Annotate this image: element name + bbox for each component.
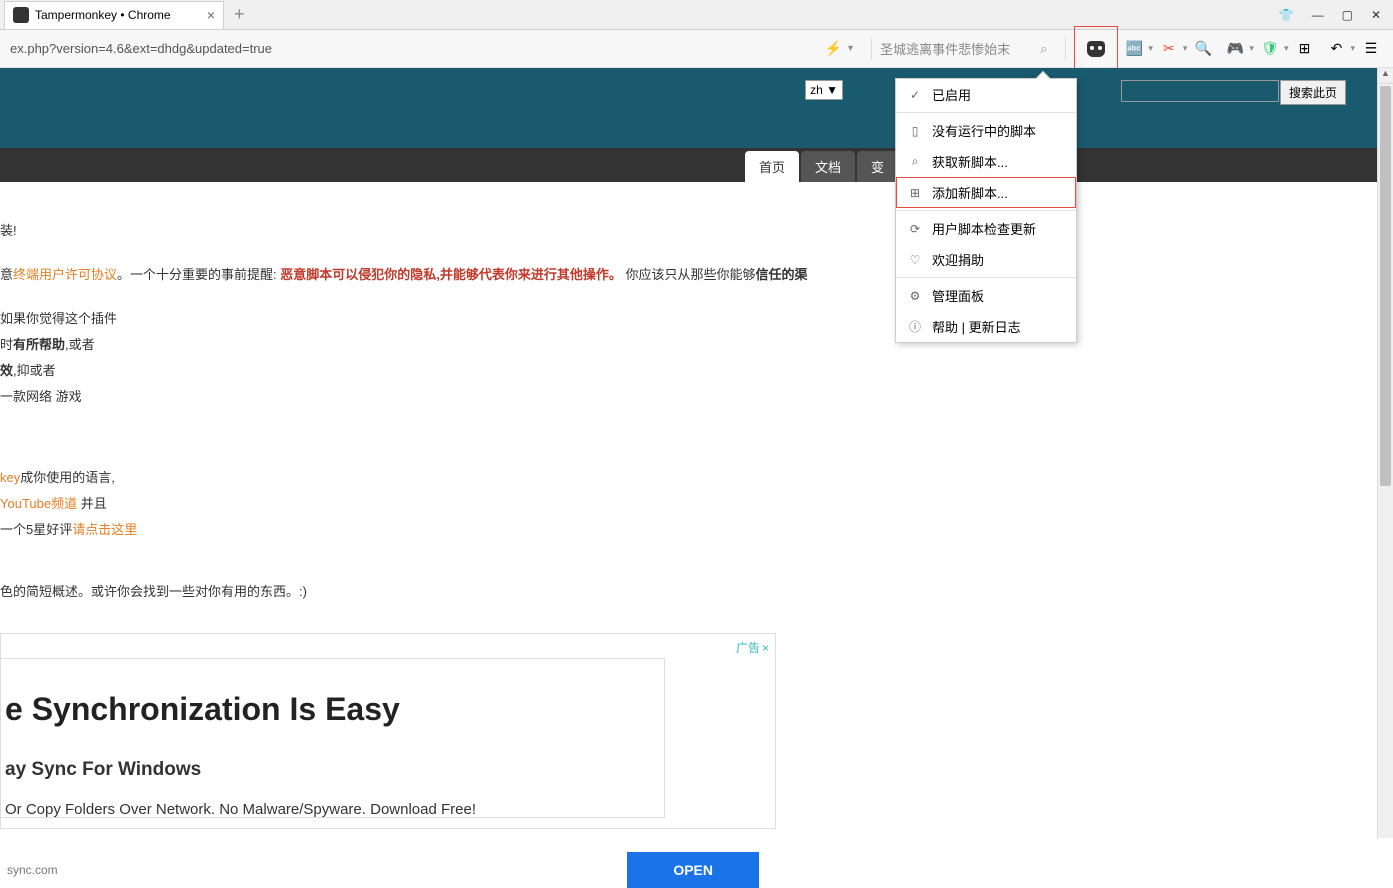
- heart-icon: ♡: [906, 253, 924, 267]
- minimize-button[interactable]: —: [1312, 8, 1324, 22]
- vertical-scrollbar[interactable]: ▲: [1377, 68, 1393, 838]
- grid-icon[interactable]: ⊞: [1292, 37, 1316, 61]
- tab-close-icon[interactable]: ×: [207, 7, 215, 23]
- text-line: 一个5星好评请点击这里: [0, 519, 1393, 541]
- page-content: 装! 意终端用户许可协议。一个十分重要的事前提醒: 恶意脚本可以侵犯你的隐私,并…: [0, 182, 1393, 829]
- menu-icon[interactable]: ☰: [1359, 37, 1383, 61]
- translate-icon[interactable]: 🔤: [1122, 37, 1146, 61]
- ad-open-button[interactable]: OPEN: [627, 852, 759, 888]
- text-line: 效,抑或者: [0, 360, 1393, 382]
- language-select[interactable]: zh ▼: [805, 80, 843, 100]
- popup-check-update[interactable]: ⟳用户脚本检查更新: [896, 213, 1076, 244]
- popup-dashboard[interactable]: ⚙管理面板: [896, 280, 1076, 311]
- search-icon: ⌕: [906, 154, 924, 169]
- tab-docs[interactable]: 文档: [801, 151, 855, 182]
- ad-subtitle: ay Sync For Windows: [1, 754, 775, 786]
- ad-close-icon[interactable]: ×: [762, 641, 769, 655]
- popup-add-script[interactable]: ⊞添加新脚本...: [896, 177, 1076, 208]
- page-search-input[interactable]: [1121, 80, 1279, 102]
- undo-icon[interactable]: ↶: [1324, 37, 1348, 61]
- doc-icon: ▯: [906, 124, 924, 138]
- refresh-icon: ⟳: [906, 222, 924, 236]
- browser-tab[interactable]: Tampermonkey • Chrome ×: [4, 1, 224, 29]
- text-line: 意终端用户许可协议。一个十分重要的事前提醒: 恶意脚本可以侵犯你的隐私,并能够代…: [0, 264, 1393, 286]
- text-line: YouTube频道 并且: [0, 493, 1393, 515]
- tab-home[interactable]: 首页: [745, 151, 799, 182]
- scroll-thumb[interactable]: [1380, 86, 1391, 486]
- popup-donate[interactable]: ♡欢迎捐助: [896, 244, 1076, 275]
- close-window-button[interactable]: ✕: [1371, 8, 1381, 22]
- text-line: 装!: [0, 220, 1393, 242]
- text-line: 一款网络 游戏: [0, 386, 1393, 408]
- rate-link[interactable]: 请点击这里: [72, 522, 137, 537]
- titlebar: Tampermonkey • Chrome × + 👕 — ▢ ✕: [0, 0, 1393, 30]
- page-banner: zh ▼ 搜索此页: [0, 68, 1393, 148]
- ad-container: 广告× e Synchronization Is Easy ay Sync Fo…: [0, 633, 776, 829]
- youtube-link[interactable]: YouTube频道: [0, 496, 77, 511]
- gear-icon: ⚙: [906, 289, 924, 303]
- text-line: key成你使用的语言,: [0, 467, 1393, 489]
- search-icon[interactable]: ⌕: [1040, 41, 1047, 57]
- popup-get-scripts[interactable]: ⌕获取新脚本...: [896, 146, 1076, 177]
- tab-changelog[interactable]: 变: [857, 151, 898, 182]
- extension-popup: ✓已启用 ▯没有运行中的脚本 ⌕获取新脚本... ⊞添加新脚本... ⟳用户脚本…: [895, 78, 1077, 343]
- page-search-button[interactable]: 搜索此页: [1280, 80, 1346, 105]
- plus-icon: ⊞: [906, 186, 924, 200]
- text-line: 色的简短概述。或许你会找到一些对你有用的东西。:): [0, 581, 1393, 603]
- ad-domain: sync.com: [7, 860, 58, 880]
- window-controls: 👕 — ▢ ✕: [1279, 8, 1393, 22]
- new-tab-button[interactable]: +: [234, 4, 245, 25]
- info-icon: ⓘ: [906, 318, 924, 335]
- ad-title[interactable]: e Synchronization Is Easy: [1, 682, 775, 736]
- gamepad-icon[interactable]: 🎮: [1223, 37, 1247, 61]
- eula-link[interactable]: 终端用户许可协议: [13, 267, 117, 282]
- text-line: 如果你觉得这个插件: [0, 308, 1393, 330]
- tab-favicon: [13, 7, 29, 23]
- ad-label: 广告×: [736, 638, 769, 658]
- url-text[interactable]: ex.php?version=4.6&ext=dhdg&updated=true: [6, 41, 272, 56]
- ad-description: Or Copy Folders Over Network. No Malware…: [1, 797, 775, 823]
- nav-tabs: 首页 文档 变: [0, 148, 1393, 182]
- popup-help[interactable]: ⓘ帮助 | 更新日志: [896, 311, 1076, 342]
- zoom-icon[interactable]: 🔍: [1191, 37, 1215, 61]
- address-bar: ex.php?version=4.6&ext=dhdg&updated=true…: [0, 30, 1393, 68]
- scissors-icon[interactable]: ✂: [1157, 37, 1181, 61]
- search-hint[interactable]: 圣城逃离事件悲惨始末: [880, 39, 1040, 58]
- tshirt-icon[interactable]: 👕: [1279, 8, 1294, 22]
- check-icon: ✓: [906, 88, 924, 102]
- chevron-down-icon[interactable]: ▾: [848, 43, 853, 54]
- maximize-button[interactable]: ▢: [1342, 8, 1353, 22]
- shield-icon[interactable]: 🛡: [1258, 37, 1282, 61]
- popup-no-scripts[interactable]: ▯没有运行中的脚本: [896, 115, 1076, 146]
- text-line: 时有所帮助,或者: [0, 334, 1393, 356]
- bolt-icon[interactable]: ⚡: [825, 40, 842, 57]
- popup-enabled[interactable]: ✓已启用: [896, 79, 1076, 110]
- scroll-up-icon[interactable]: ▲: [1378, 68, 1393, 84]
- tampermonkey-button[interactable]: [1074, 26, 1118, 72]
- tab-title: Tampermonkey • Chrome: [35, 8, 171, 22]
